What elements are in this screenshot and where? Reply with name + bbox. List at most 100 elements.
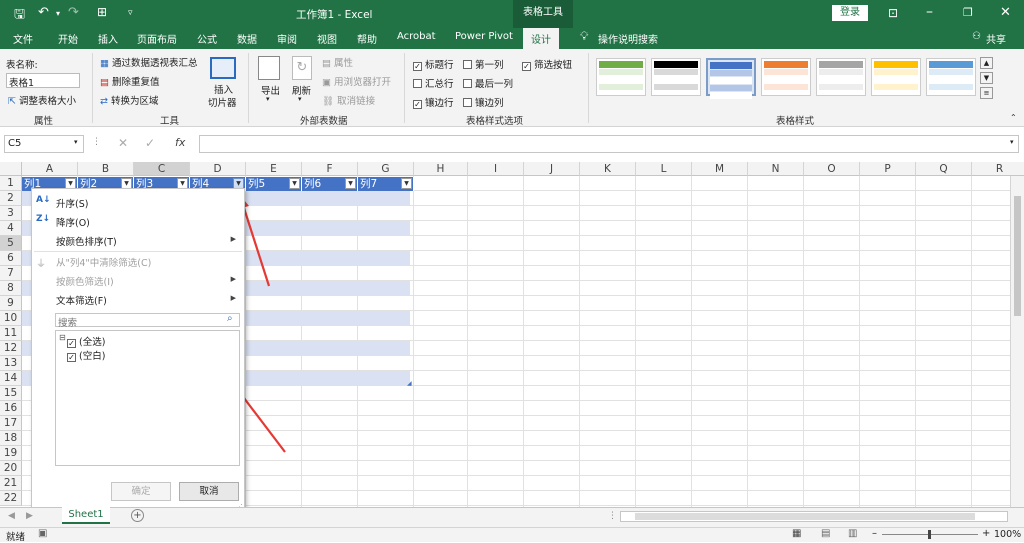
filter-search-input[interactable]: 搜索: [55, 313, 240, 329]
gallery-up-icon[interactable]: ▲: [980, 57, 993, 69]
table-style-black[interactable]: [651, 58, 701, 96]
checkbox-checked-icon[interactable]: ✓: [413, 100, 422, 109]
restore-icon[interactable]: ❐: [963, 6, 973, 19]
tab-help[interactable]: 帮助: [357, 31, 377, 46]
collapse-ribbon-icon[interactable]: ⌃: [1010, 113, 1017, 122]
last-column-label: 最后一列: [475, 79, 514, 90]
text-filter-item[interactable]: 文本筛选(F): [56, 293, 107, 307]
tab-split-icon[interactable]: ⋮: [608, 511, 617, 521]
export-dropdown-icon[interactable]: ▾: [266, 95, 270, 103]
table-style-orange[interactable]: [761, 58, 811, 96]
checkbox-checked-icon[interactable]: ✓: [522, 62, 531, 71]
tab-acrobat[interactable]: Acrobat: [397, 31, 436, 42]
zoom-level[interactable]: 100%: [994, 529, 1021, 540]
first-column-option[interactable]: 第一列: [463, 57, 504, 71]
checkbox-checked-icon[interactable]: ✓: [67, 353, 76, 362]
scroll-left-icon[interactable]: ◀: [8, 511, 15, 521]
share-button[interactable]: 共享: [986, 31, 1006, 46]
banded-rows-option[interactable]: ✓ 镶边行: [413, 95, 454, 109]
table-style-gray[interactable]: [816, 58, 866, 96]
ok-button[interactable]: 确定: [111, 482, 171, 501]
convert-label: 转换为区域: [111, 96, 159, 107]
tab-power-pivot[interactable]: Power Pivot: [455, 31, 513, 42]
name-box-dropdown-icon[interactable]: ▾: [74, 138, 78, 146]
checkbox-checked-icon[interactable]: ✓: [67, 339, 76, 348]
add-sheet-icon[interactable]: +: [131, 509, 144, 522]
header-row-option[interactable]: ✓ 标题行: [413, 57, 454, 71]
filter-button-option[interactable]: ✓ 筛选按钮: [522, 57, 572, 71]
sheet-tab-sheet1[interactable]: Sheet1: [62, 507, 110, 524]
scroll-thumb[interactable]: [1014, 196, 1021, 316]
cancel-button[interactable]: 取消: [179, 482, 239, 501]
gallery-down-icon[interactable]: ▼: [980, 72, 993, 84]
gallery-more-icon[interactable]: ≡: [980, 87, 993, 99]
scroll-right-icon[interactable]: ▶: [26, 511, 33, 521]
tell-me-search[interactable]: 操作说明搜索: [598, 31, 658, 46]
macro-record-icon[interactable]: ▣: [38, 528, 47, 539]
select-all-item[interactable]: ✓ (全选): [67, 334, 105, 348]
table-style-blue-selected[interactable]: [706, 58, 756, 99]
blank-item[interactable]: ✓ (空白): [67, 348, 105, 362]
touch-mode-icon[interactable]: ⊞: [97, 5, 107, 19]
tab-view[interactable]: 视图: [317, 31, 337, 46]
refresh-dropdown-icon[interactable]: ▾: [298, 95, 302, 103]
zoom-out-icon[interactable]: –: [872, 528, 877, 539]
sort-ascending-item[interactable]: 升序(S): [56, 196, 88, 210]
total-row-option[interactable]: 汇总行: [413, 76, 454, 90]
resize-table-button[interactable]: ⇱ 调整表格大小: [8, 93, 76, 107]
page-layout-view-icon[interactable]: ▤: [821, 528, 830, 539]
ribbon-display-icon[interactable]: ⊡: [888, 6, 898, 20]
tab-review[interactable]: 审阅: [277, 31, 297, 46]
tab-home[interactable]: 开始: [58, 31, 78, 46]
table-style-green[interactable]: [596, 58, 646, 96]
sort-descending-item[interactable]: 降序(O): [56, 215, 90, 229]
banded-columns-option[interactable]: 镶边列: [463, 95, 504, 109]
tab-formulas[interactable]: 公式: [197, 31, 217, 46]
table-name-input[interactable]: 表格1: [6, 73, 80, 89]
remove-duplicates-button[interactable]: ▤ 删除重复值: [100, 74, 160, 88]
expand-formula-icon[interactable]: ▾: [1010, 138, 1014, 146]
tab-design[interactable]: 设计: [523, 28, 559, 49]
h-scroll-thumb[interactable]: [635, 513, 975, 520]
minimize-icon[interactable]: –: [926, 4, 933, 20]
insert-slicer-label-1[interactable]: 插入: [214, 82, 233, 96]
tab-file[interactable]: 文件: [13, 31, 33, 46]
convert-range-button[interactable]: ⇄ 转换为区域: [100, 93, 159, 107]
tab-data[interactable]: 数据: [237, 31, 257, 46]
vertical-scrollbar[interactable]: [1010, 176, 1024, 507]
checkbox-icon[interactable]: [463, 60, 472, 69]
sort-by-color-item[interactable]: 按颜色排序(T): [56, 234, 117, 248]
summarize-pivot-button[interactable]: ▦ 通过数据透视表汇总: [100, 55, 198, 69]
customize-quick-access-icon[interactable]: ▿: [128, 8, 133, 18]
page-break-view-icon[interactable]: ▥: [848, 528, 857, 539]
zoom-in-icon[interactable]: +: [982, 528, 990, 539]
last-column-option[interactable]: 最后一列: [463, 76, 513, 90]
checkbox-icon[interactable]: [413, 79, 422, 88]
login-button[interactable]: 登录: [832, 5, 868, 21]
arrow-to-filter-button: [241, 204, 271, 287]
filter-value-list[interactable]: ⊟ ✓ (全选) ✓ (空白): [55, 330, 240, 466]
checkbox-icon[interactable]: [463, 98, 472, 107]
checkbox-checked-icon[interactable]: ✓: [413, 62, 422, 71]
tab-insert[interactable]: 插入: [98, 31, 118, 46]
insert-slicer-label-2[interactable]: 切片器: [208, 95, 237, 109]
zoom-slider-thumb[interactable]: [928, 530, 931, 539]
name-box[interactable]: C5: [4, 135, 84, 153]
table-style-gold[interactable]: [871, 58, 921, 96]
redo-icon[interactable]: ↷: [68, 5, 79, 20]
save-icon[interactable]: 🖫: [14, 5, 25, 27]
normal-view-icon[interactable]: ▦: [792, 528, 801, 539]
export-button[interactable]: 导出: [261, 83, 280, 97]
close-icon[interactable]: ✕: [1000, 5, 1011, 20]
tab-page-layout[interactable]: 页面布局: [137, 31, 177, 46]
open-browser-button: ▣ 用浏览器打开: [322, 74, 391, 88]
insert-function-icon[interactable]: fx: [175, 136, 185, 149]
horizontal-scrollbar[interactable]: [620, 511, 1008, 522]
undo-icon[interactable]: ↶: [38, 5, 49, 20]
table-style-lightblue[interactable]: [926, 58, 976, 96]
remove-duplicates-icon: ▤: [100, 77, 109, 88]
undo-dropdown-icon[interactable]: ▾: [56, 9, 60, 18]
checkbox-icon[interactable]: [463, 79, 472, 88]
formula-input[interactable]: [199, 135, 1019, 153]
ribbon: 表名称: 表格1 ⇱ 调整表格大小 属性 ▦ 通过数据透视表汇总 ▤ 删除重复值…: [0, 49, 1024, 127]
